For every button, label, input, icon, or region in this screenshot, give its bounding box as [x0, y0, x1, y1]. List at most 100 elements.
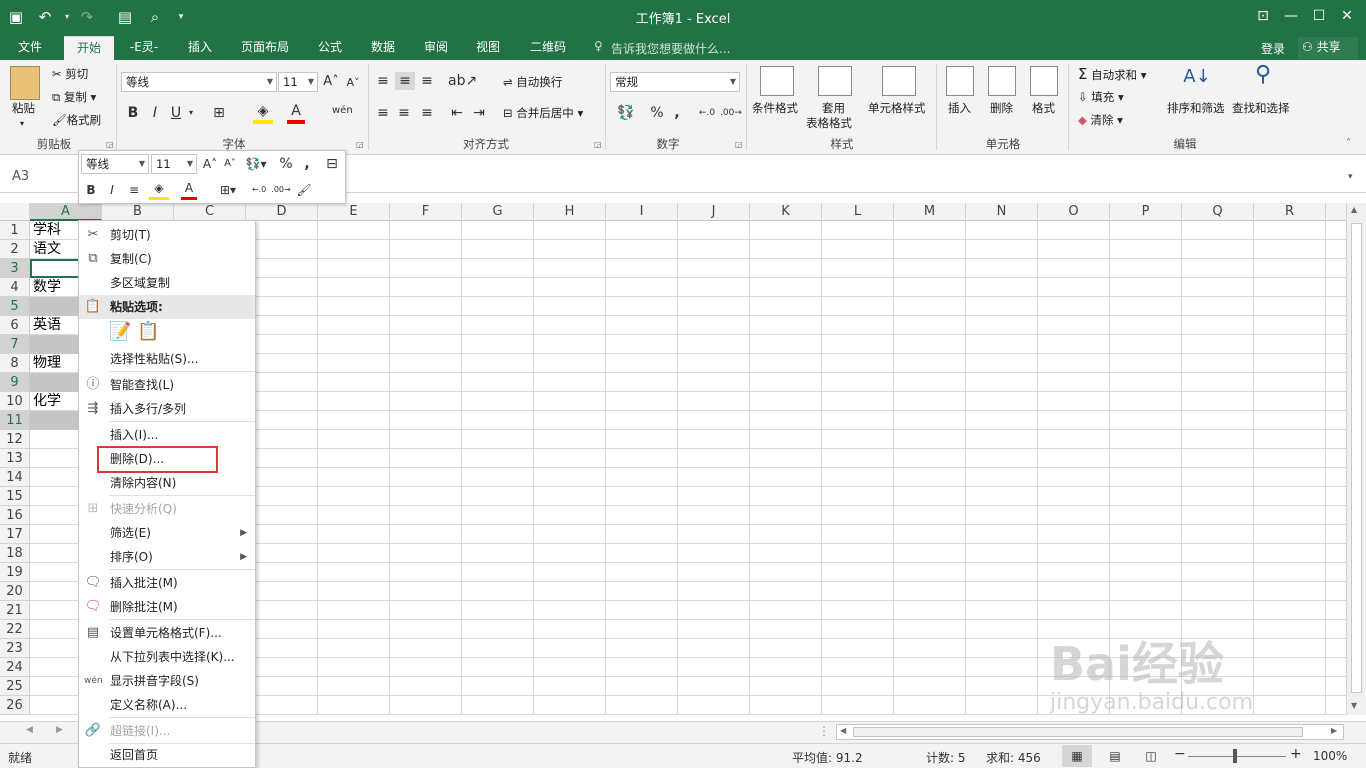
- tell-me-box[interactable]: 告诉我您想要做什么...: [611, 40, 730, 57]
- tab-data[interactable]: 数据: [361, 36, 405, 60]
- menu-item-smart-lookup[interactable]: ⓘ 智能查找(L): [79, 373, 255, 397]
- row-header[interactable]: 10: [0, 392, 30, 411]
- row-header[interactable]: 26: [0, 696, 30, 715]
- format-table-icon[interactable]: ⊟: [323, 155, 341, 173]
- find-select-button[interactable]: 查找和选择: [1232, 100, 1290, 116]
- column-header[interactable]: B: [102, 203, 174, 221]
- brush-icon[interactable]: 🖌: [295, 181, 313, 199]
- zoom-slider-thumb[interactable]: [1233, 749, 1237, 763]
- copy-button[interactable]: ⧉ 复制 ▾: [52, 89, 96, 105]
- menu-item-insert-comment[interactable]: 🗨 插入批注(M): [79, 571, 255, 595]
- bold-icon[interactable]: B: [83, 181, 99, 199]
- tab-file[interactable]: 文件: [8, 36, 52, 60]
- column-header[interactable]: Q: [1182, 203, 1254, 221]
- row-header[interactable]: 14: [0, 468, 30, 487]
- row-header[interactable]: 17: [0, 525, 30, 544]
- italic-icon[interactable]: I: [105, 181, 119, 199]
- cell-a1[interactable]: 学科: [30, 221, 61, 240]
- row-header[interactable]: 12: [0, 430, 30, 449]
- zoom-level[interactable]: 100%: [1313, 749, 1347, 763]
- tab-view[interactable]: 视图: [466, 36, 510, 60]
- decrease-decimal-icon[interactable]: .00→: [271, 181, 291, 199]
- cell-a8[interactable]: 物理: [30, 354, 61, 373]
- percent-icon[interactable]: %: [277, 155, 295, 173]
- column-header[interactable]: P: [1110, 203, 1182, 221]
- tab-review[interactable]: 审阅: [414, 36, 458, 60]
- menu-item-cut[interactable]: ✂ 剪切(T): [79, 223, 255, 247]
- scroll-up-icon[interactable]: ▲: [1351, 205, 1357, 214]
- shrink-font-icon[interactable]: A˅: [222, 155, 238, 173]
- cell-a2[interactable]: 语文: [30, 240, 61, 259]
- menu-item-insert[interactable]: 插入(I)...: [79, 423, 255, 447]
- row-header[interactable]: 1: [0, 221, 30, 240]
- align-middle-icon[interactable]: ≡: [395, 72, 415, 90]
- scroll-left-icon[interactable]: ◀: [840, 726, 846, 735]
- tab-insert[interactable]: 插入: [178, 36, 222, 60]
- row-header[interactable]: 24: [0, 658, 30, 677]
- hscroll-thumb[interactable]: [853, 727, 1303, 737]
- menu-item-pick-list[interactable]: 从下拉列表中选择(K)...: [79, 645, 255, 669]
- scroll-down-icon[interactable]: ▼: [1351, 701, 1357, 710]
- accounting-format-icon[interactable]: 💱: [613, 104, 639, 122]
- column-header[interactable]: I: [606, 203, 678, 221]
- column-header[interactable]: D: [246, 203, 318, 221]
- increase-decimal-icon[interactable]: ←.0: [249, 181, 269, 199]
- row-header[interactable]: 25: [0, 677, 30, 696]
- mini-font-combo[interactable]: 等线 ▼: [81, 154, 149, 174]
- column-header[interactable]: K: [750, 203, 822, 221]
- row-header[interactable]: 3: [0, 259, 30, 278]
- merge-center-button[interactable]: ⊟ 合并后居中 ▾: [503, 105, 583, 121]
- zoom-out-icon[interactable]: −: [1174, 746, 1186, 762]
- phonetic-icon[interactable]: wén: [332, 102, 353, 120]
- percent-icon[interactable]: %: [648, 104, 666, 122]
- row-header[interactable]: 5: [0, 297, 30, 316]
- alignment-launcher-icon[interactable]: ◲: [594, 140, 602, 149]
- column-header[interactable]: O: [1038, 203, 1110, 221]
- comma-style-icon[interactable]: ,: [301, 155, 313, 173]
- column-header[interactable]: J: [678, 203, 750, 221]
- undo-icon[interactable]: ↶: [34, 6, 56, 28]
- tab-elinger[interactable]: -E灵-: [122, 36, 166, 60]
- save-icon[interactable]: ▣: [5, 6, 27, 28]
- customize-qat-icon[interactable]: ▾: [170, 6, 192, 28]
- menu-item-home[interactable]: 返回首页: [79, 743, 255, 767]
- ribbon-display-icon[interactable]: ⊡: [1250, 5, 1276, 27]
- split-handle-icon[interactable]: ⋮: [818, 724, 830, 738]
- paste-button[interactable]: 粘贴: [12, 100, 35, 116]
- expand-formula-icon[interactable]: ▾: [1348, 172, 1353, 182]
- align-left-icon[interactable]: ≡: [374, 104, 392, 122]
- row-header[interactable]: 11: [0, 411, 30, 430]
- menu-item-insert-rows[interactable]: ⇶ 插入多行/多列: [79, 397, 255, 421]
- column-header[interactable]: H: [534, 203, 606, 221]
- delete-cells-icon[interactable]: [988, 66, 1016, 96]
- align-right-icon[interactable]: ≡: [418, 104, 436, 122]
- cell-a4[interactable]: 数学: [30, 278, 61, 297]
- row-header[interactable]: 20: [0, 582, 30, 601]
- select-all-corner[interactable]: [0, 203, 30, 221]
- minimize-icon[interactable]: —: [1278, 5, 1304, 27]
- number-launcher-icon[interactable]: ◲: [735, 140, 743, 149]
- share-button[interactable]: ⚇ 共享: [1298, 37, 1358, 59]
- grow-font-icon[interactable]: A˄: [322, 73, 340, 91]
- zoom-in-icon[interactable]: +: [1290, 746, 1302, 762]
- form-icon[interactable]: ▤: [114, 6, 136, 28]
- column-header[interactable]: L: [822, 203, 894, 221]
- column-header[interactable]: R: [1254, 203, 1326, 221]
- page-layout-view-icon[interactable]: ▤: [1104, 745, 1126, 767]
- paste-dropdown-icon[interactable]: ▾: [20, 116, 24, 132]
- font-color-icon[interactable]: A: [181, 179, 197, 200]
- tab-page-layout[interactable]: 页面布局: [232, 36, 298, 60]
- align-center-icon[interactable]: ≡: [125, 181, 143, 199]
- paste-option-keep-icon[interactable]: 📝: [109, 321, 131, 343]
- signin-link[interactable]: 登录: [1261, 40, 1285, 57]
- column-header[interactable]: F: [390, 203, 462, 221]
- fill-color-icon[interactable]: ◈: [253, 102, 273, 124]
- autosum-button[interactable]: Σ 自动求和 ▾: [1078, 66, 1147, 83]
- menu-item-sort[interactable]: 排序(O) ▶: [79, 545, 255, 569]
- row-header[interactable]: 2: [0, 240, 30, 259]
- zoom-slider[interactable]: [1188, 756, 1286, 757]
- font-size-combo[interactable]: 11 ▼: [278, 72, 318, 92]
- sort-filter-icon[interactable]: A↓: [1182, 68, 1212, 86]
- menu-item-format-cells[interactable]: ▤ 设置单元格格式(F)...: [79, 621, 255, 645]
- tab-qrcode[interactable]: 二维码: [520, 36, 576, 60]
